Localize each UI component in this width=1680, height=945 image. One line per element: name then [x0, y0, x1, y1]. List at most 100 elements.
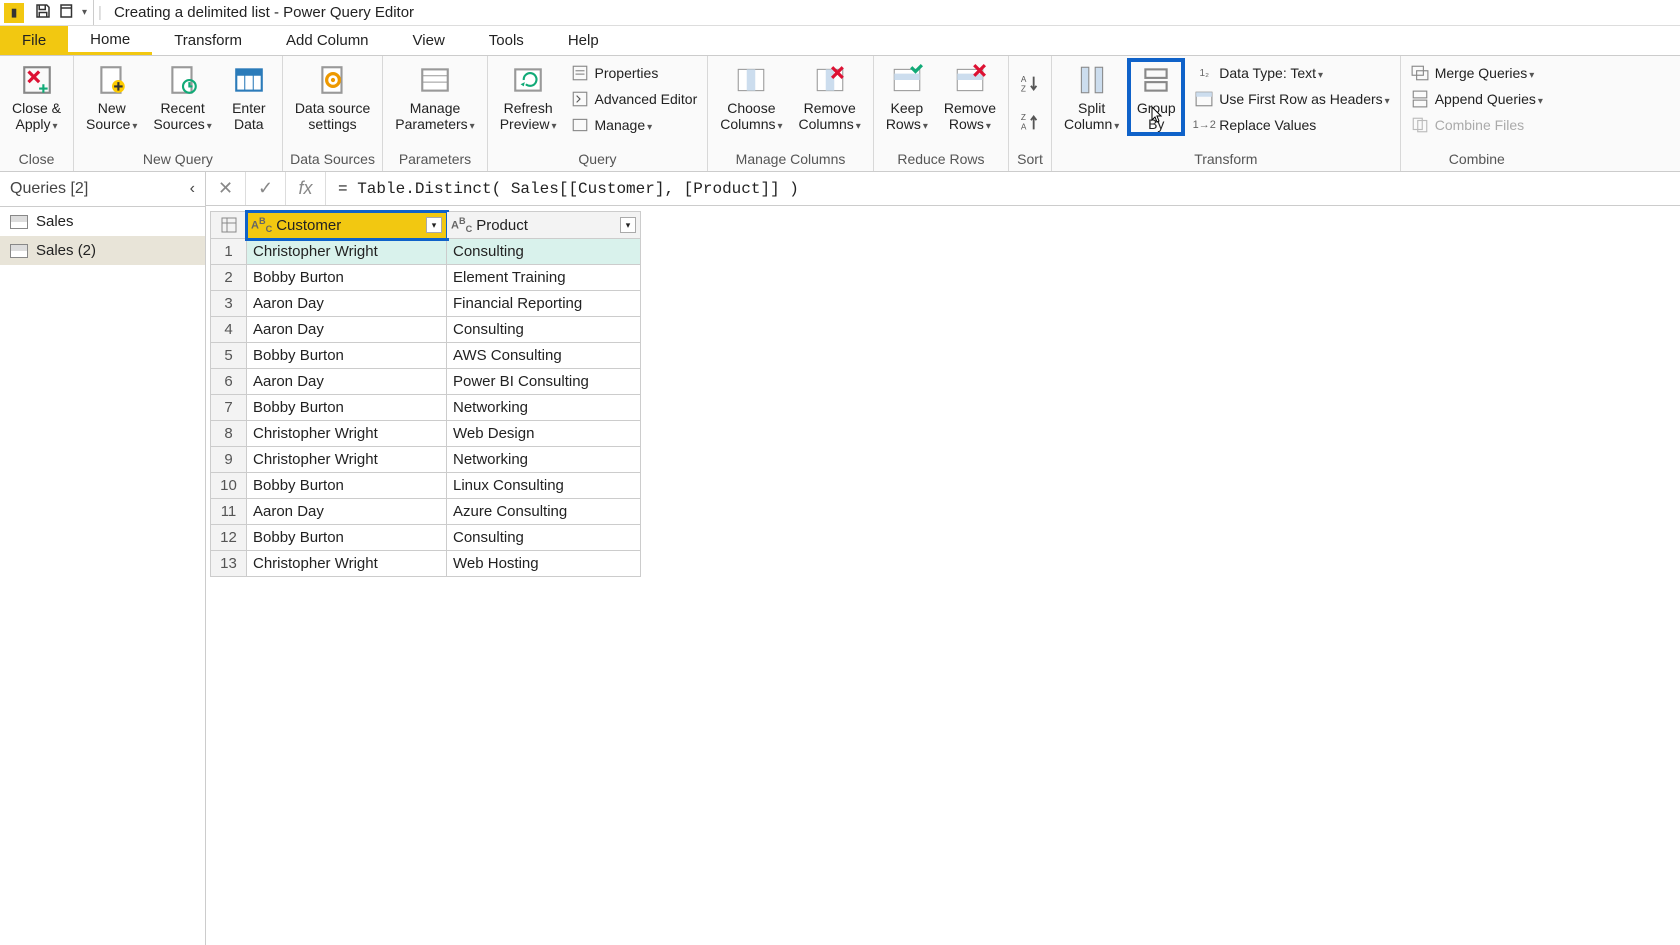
first-row-headers-button[interactable]: Use First Row as Headers [1191, 86, 1393, 112]
data-type-button[interactable]: 1₂ Data Type: Text [1191, 60, 1393, 86]
table-row[interactable]: 7Bobby BurtonNetworking [211, 395, 641, 421]
cell-product[interactable]: Consulting [447, 317, 641, 343]
split-column-button[interactable]: Split Column [1058, 60, 1125, 135]
table-row[interactable]: 9Christopher WrightNetworking [211, 447, 641, 473]
query-item-sales[interactable]: Sales [0, 207, 205, 236]
cell-product[interactable]: Financial Reporting [447, 291, 641, 317]
cell-product[interactable]: Consulting [447, 239, 641, 265]
properties-button[interactable]: Properties [567, 60, 702, 86]
manage-query-button[interactable]: Manage [567, 112, 702, 138]
row-number[interactable]: 11 [211, 499, 247, 525]
filter-dropdown-icon[interactable]: ▾ [426, 217, 442, 233]
table-row[interactable]: 13Christopher WrightWeb Hosting [211, 551, 641, 577]
row-number[interactable]: 7 [211, 395, 247, 421]
append-icon [1411, 90, 1429, 108]
column-header-customer[interactable]: ABC Customer ▾ [247, 212, 447, 239]
fx-button[interactable]: fx [286, 172, 326, 205]
table-row[interactable]: 3Aaron DayFinancial Reporting [211, 291, 641, 317]
recent-sources-button[interactable]: Recent Sources [147, 60, 217, 135]
row-number[interactable]: 2 [211, 265, 247, 291]
row-number[interactable]: 4 [211, 317, 247, 343]
tab-add-column[interactable]: Add Column [264, 26, 391, 55]
close-apply-button[interactable]: Close & Apply [6, 60, 67, 135]
cell-customer[interactable]: Christopher Wright [247, 239, 447, 265]
group-by-button[interactable]: Group By [1129, 60, 1183, 134]
cell-customer[interactable]: Christopher Wright [247, 551, 447, 577]
table-row[interactable]: 2Bobby BurtonElement Training [211, 265, 641, 291]
cell-product[interactable]: Power BI Consulting [447, 369, 641, 395]
qat-dropdown-icon[interactable]: ▾ [82, 7, 87, 18]
cell-customer[interactable]: Bobby Burton [247, 473, 447, 499]
merge-queries-button[interactable]: Merge Queries [1407, 60, 1547, 86]
cell-customer[interactable]: Aaron Day [247, 499, 447, 525]
query-item-sales-2[interactable]: Sales (2) [0, 236, 205, 265]
table-row[interactable]: 8Christopher WrightWeb Design [211, 421, 641, 447]
row-number[interactable]: 5 [211, 343, 247, 369]
save-icon[interactable] [34, 2, 52, 24]
formula-input[interactable]: = Table.Distinct( Sales[[Customer], [Pro… [326, 180, 799, 198]
commit-formula-button[interactable]: ✓ [246, 172, 286, 205]
cell-customer[interactable]: Bobby Burton [247, 343, 447, 369]
quick-access-toolbar: ▾ [28, 0, 94, 25]
table-row[interactable]: 6Aaron DayPower BI Consulting [211, 369, 641, 395]
filter-dropdown-icon[interactable]: ▾ [620, 217, 636, 233]
row-number[interactable]: 6 [211, 369, 247, 395]
cell-customer[interactable]: Aaron Day [247, 317, 447, 343]
cell-customer[interactable]: Bobby Burton [247, 525, 447, 551]
cell-customer[interactable]: Aaron Day [247, 369, 447, 395]
cell-product[interactable]: Web Hosting [447, 551, 641, 577]
cell-customer[interactable]: Christopher Wright [247, 447, 447, 473]
append-queries-button[interactable]: Append Queries [1407, 86, 1547, 112]
row-number[interactable]: 8 [211, 421, 247, 447]
table-row[interactable]: 12Bobby BurtonConsulting [211, 525, 641, 551]
cell-product[interactable]: Networking [447, 395, 641, 421]
combine-files-button[interactable]: Combine Files [1407, 112, 1547, 138]
column-header-product[interactable]: ABC Product ▾ [447, 212, 641, 239]
cell-product[interactable]: Consulting [447, 525, 641, 551]
choose-columns-button[interactable]: Choose Columns [714, 60, 788, 135]
row-number[interactable]: 9 [211, 447, 247, 473]
table-row[interactable]: 11Aaron DayAzure Consulting [211, 499, 641, 525]
cell-product[interactable]: Element Training [447, 265, 641, 291]
cell-customer[interactable]: Bobby Burton [247, 395, 447, 421]
cell-product[interactable]: Web Design [447, 421, 641, 447]
remove-columns-button[interactable]: Remove Columns [793, 60, 867, 135]
cell-product[interactable]: Linux Consulting [447, 473, 641, 499]
cell-customer[interactable]: Christopher Wright [247, 421, 447, 447]
table-corner[interactable] [211, 212, 247, 239]
cell-product[interactable]: Networking [447, 447, 641, 473]
tab-help[interactable]: Help [546, 26, 621, 55]
collapse-pane-icon[interactable]: ‹ [190, 180, 195, 198]
tab-tools[interactable]: Tools [467, 26, 546, 55]
cancel-formula-button[interactable]: ✕ [206, 172, 246, 205]
tab-transform[interactable]: Transform [152, 26, 264, 55]
row-number[interactable]: 12 [211, 525, 247, 551]
table-row[interactable]: 4Aaron DayConsulting [211, 317, 641, 343]
row-number[interactable]: 1 [211, 239, 247, 265]
table-row[interactable]: 1Christopher WrightConsulting [211, 239, 641, 265]
cell-customer[interactable]: Bobby Burton [247, 265, 447, 291]
tab-home[interactable]: Home [68, 26, 152, 55]
remove-rows-button[interactable]: Remove Rows [938, 60, 1002, 135]
cell-product[interactable]: Azure Consulting [447, 499, 641, 525]
new-source-button[interactable]: New Source [80, 60, 143, 135]
manage-parameters-button[interactable]: Manage Parameters [389, 60, 480, 135]
keep-rows-button[interactable]: Keep Rows [880, 60, 934, 135]
row-number[interactable]: 10 [211, 473, 247, 499]
tab-view[interactable]: View [391, 26, 467, 55]
sort-desc-button[interactable]: ZA [1015, 104, 1045, 142]
refresh-preview-button[interactable]: Refresh Preview [494, 60, 563, 135]
tab-file[interactable]: File [0, 26, 68, 55]
table-row[interactable]: 5Bobby BurtonAWS Consulting [211, 343, 641, 369]
replace-values-button[interactable]: 1→2 Replace Values [1191, 112, 1393, 138]
data-source-settings-button[interactable]: Data source settings [289, 60, 376, 134]
table-row[interactable]: 10Bobby BurtonLinux Consulting [211, 473, 641, 499]
sort-asc-button[interactable]: AZ [1015, 66, 1045, 104]
undo-icon[interactable] [58, 2, 76, 24]
cell-customer[interactable]: Aaron Day [247, 291, 447, 317]
row-number[interactable]: 3 [211, 291, 247, 317]
row-number[interactable]: 13 [211, 551, 247, 577]
advanced-editor-button[interactable]: Advanced Editor [567, 86, 702, 112]
cell-product[interactable]: AWS Consulting [447, 343, 641, 369]
enter-data-button[interactable]: Enter Data [222, 60, 276, 134]
